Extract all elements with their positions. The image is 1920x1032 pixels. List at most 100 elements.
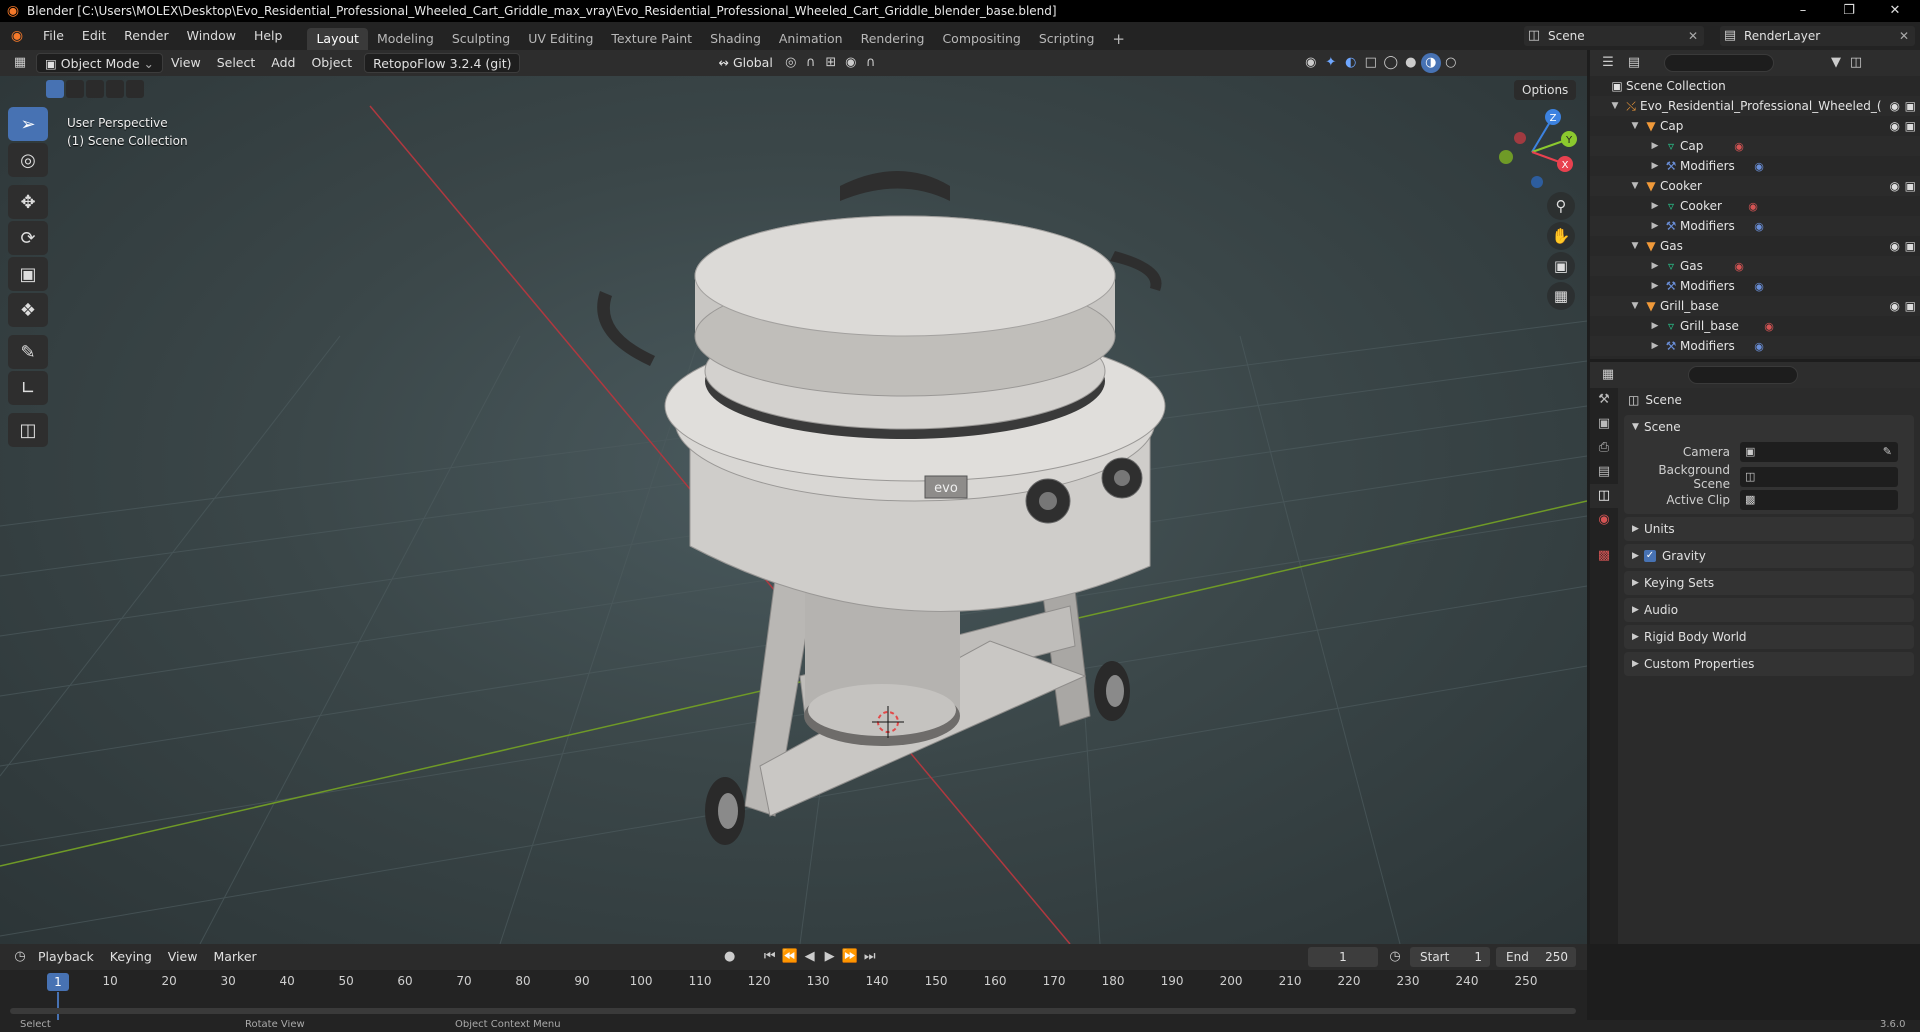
expand-arrow-icon[interactable]: ▶	[1648, 341, 1662, 351]
next-keyframe-icon[interactable]: ⏩	[840, 947, 860, 967]
rigid-body-world-panel[interactable]: ▶ Rigid Body World	[1624, 625, 1914, 649]
retopoflow-dropdown[interactable]: RetopoFlow 3.2.4 (git)	[364, 53, 521, 73]
orientation-dropdown[interactable]: ↭ Global	[710, 53, 780, 73]
tab-modeling[interactable]: Modeling	[368, 28, 443, 50]
scale-tool-icon[interactable]: ▣	[8, 257, 48, 291]
measure-tool-icon[interactable]: ∟	[8, 371, 48, 405]
annotate-tool-icon[interactable]: ✎	[8, 335, 48, 369]
ortho-toggle-icon[interactable]: ▦	[1547, 282, 1575, 310]
gravity-panel[interactable]: ▶ ✓ Gravity	[1624, 544, 1914, 568]
play-reverse-icon[interactable]: ◀	[800, 947, 820, 967]
blender-menu-icon[interactable]: ◉	[0, 28, 34, 44]
display-mode-icon[interactable]: ▤	[1624, 53, 1644, 73]
expand-arrow-icon[interactable]: ▶	[1648, 141, 1662, 151]
expand-arrow-icon[interactable]: ▼	[1608, 101, 1622, 111]
proportional-edit-icon[interactable]: ◉	[841, 53, 861, 73]
eye-icon[interactable]: ◉	[1890, 299, 1900, 313]
wireframe-shading-icon[interactable]: ◯	[1381, 53, 1401, 73]
visibility-icon[interactable]: ◉	[1301, 53, 1321, 73]
expand-arrow-icon[interactable]: ▶	[1648, 221, 1662, 231]
rendered-shading-icon[interactable]: ○	[1441, 53, 1461, 73]
tree-row-scene-collection[interactable]: ▣ Scene Collection	[1590, 76, 1920, 96]
camera-field[interactable]: ▣ ✎	[1740, 441, 1898, 462]
select-box-tool-icon[interactable]: ➢	[8, 107, 48, 141]
add-cube-tool-icon[interactable]: ◫	[8, 413, 48, 447]
new-collection-icon[interactable]: ◫	[1846, 53, 1866, 73]
snap-target-icon[interactable]: ⊞	[821, 53, 841, 73]
navigation-gizmo[interactable]: Z Y X	[1487, 107, 1577, 197]
menu-edit[interactable]: Edit	[73, 22, 115, 50]
editor-type-icon[interactable]: ▦	[10, 53, 30, 73]
world-tab-icon[interactable]: ◉	[1590, 508, 1618, 532]
expand-arrow-icon[interactable]: ▶	[1648, 281, 1662, 291]
add-workspace-icon[interactable]: +	[1103, 28, 1134, 50]
expand-arrow-icon[interactable]: ▼	[1628, 181, 1642, 191]
close-icon[interactable]: ✕	[1872, 0, 1918, 22]
custom-properties-panel[interactable]: ▶ Custom Properties	[1624, 652, 1914, 676]
prev-keyframe-icon[interactable]: ⏪	[780, 947, 800, 967]
tab-scripting[interactable]: Scripting	[1030, 28, 1104, 50]
select-subtract-icon[interactable]	[86, 80, 104, 98]
audio-panel[interactable]: ▶ Audio	[1624, 598, 1914, 622]
tab-sculpting[interactable]: Sculpting	[443, 28, 519, 50]
expand-arrow-icon[interactable]: ▶	[1648, 261, 1662, 271]
eye-icon[interactable]: ◉	[1890, 119, 1900, 133]
keying-sets-panel[interactable]: ▶ Keying Sets	[1624, 571, 1914, 595]
end-frame-field[interactable]: End 250	[1496, 947, 1576, 967]
timeline-scrollbar[interactable]	[10, 1008, 1576, 1014]
select-intersect-icon[interactable]	[126, 80, 144, 98]
scene-tab-icon[interactable]: ◫	[1590, 484, 1618, 508]
tree-row-modifiers-cooker[interactable]: ▶ ⚒ Modifiers ◉	[1590, 216, 1920, 236]
tab-layout[interactable]: Layout	[307, 28, 368, 50]
rotate-tool-icon[interactable]: ⟳	[8, 221, 48, 255]
menu-file[interactable]: File	[34, 22, 73, 50]
keying-menu[interactable]: Keying	[102, 947, 160, 967]
camera-icon[interactable]: ▣	[1905, 179, 1916, 193]
expand-arrow-icon[interactable]: ▼	[1628, 301, 1642, 311]
eye-icon[interactable]: ◉	[1890, 239, 1900, 253]
transform-tool-icon[interactable]: ❖	[8, 293, 48, 327]
filter-icon[interactable]: ▼	[1826, 53, 1846, 73]
menu-object[interactable]: Object	[303, 53, 360, 73]
tree-row-modifiers-grill-base[interactable]: ▶ ⚒ Modifiers ◉	[1590, 336, 1920, 356]
current-frame-field[interactable]: 1	[1308, 947, 1378, 967]
play-icon[interactable]: ▶	[820, 947, 840, 967]
start-frame-field[interactable]: Start 1	[1410, 947, 1490, 967]
menu-add[interactable]: Add	[263, 53, 303, 73]
marker-menu[interactable]: Marker	[205, 947, 264, 967]
properties-editor-icon[interactable]: ▦	[1598, 365, 1618, 385]
tree-row-object-cap[interactable]: ▼ ▼ Cap ◉ ▣	[1590, 116, 1920, 136]
menu-help[interactable]: Help	[245, 22, 292, 50]
restore-icon[interactable]: ❐	[1826, 0, 1872, 22]
outliner-editor-icon[interactable]: ☰	[1598, 53, 1618, 73]
tree-row-object-cooker[interactable]: ▼ ▼ Cooker ◉ ▣	[1590, 176, 1920, 196]
falloff-icon[interactable]: ∩	[861, 53, 881, 73]
overlay-toggle-icon[interactable]: ◐	[1341, 53, 1361, 73]
expand-arrow-icon[interactable]: ▼	[1628, 241, 1642, 251]
cursor-tool-icon[interactable]: ◎	[8, 143, 48, 177]
tool-tab-icon[interactable]: ⚒	[1590, 388, 1618, 412]
view-layer-close-icon[interactable]: ✕	[1899, 29, 1909, 43]
camera-view-icon[interactable]: ▣	[1547, 252, 1575, 280]
timeline-view-menu[interactable]: View	[160, 947, 206, 967]
active-clip-field[interactable]: ▩	[1740, 489, 1898, 510]
mode-dropdown[interactable]: ▣ Object Mode ⌄	[36, 53, 164, 73]
expand-arrow-icon[interactable]: ▶	[1648, 201, 1662, 211]
expand-arrow-icon[interactable]: ▶	[1648, 321, 1662, 331]
xray-icon[interactable]: □	[1361, 53, 1381, 73]
expand-arrow-icon[interactable]: ▼	[1628, 121, 1642, 131]
playback-menu[interactable]: Playback	[30, 947, 102, 967]
zoom-view-icon[interactable]: ⚲	[1547, 192, 1575, 220]
scene-pin-icon[interactable]: ✕	[1688, 29, 1698, 43]
background-scene-field[interactable]: ◫	[1740, 466, 1898, 487]
snap-icon[interactable]: ∩	[801, 53, 821, 73]
texture-tab-icon[interactable]: ▩	[1590, 544, 1618, 568]
tree-row-object-gas[interactable]: ▼ ▼ Gas ◉ ▣	[1590, 236, 1920, 256]
tree-row-mesh-cooker[interactable]: ▶ ▿ Cooker ◉	[1590, 196, 1920, 216]
tree-row-mesh-grill-base[interactable]: ▶ ▿ Grill_base ◉	[1590, 316, 1920, 336]
jump-start-icon[interactable]: ⏮	[760, 947, 780, 967]
view-layer-selector[interactable]: ▤ RenderLayer ✕	[1720, 26, 1915, 46]
tree-row-mesh-cap[interactable]: ▶ ▿ Cap ◉	[1590, 136, 1920, 156]
clock-icon[interactable]: ◷	[1385, 947, 1405, 967]
select-extend-icon[interactable]	[66, 80, 84, 98]
